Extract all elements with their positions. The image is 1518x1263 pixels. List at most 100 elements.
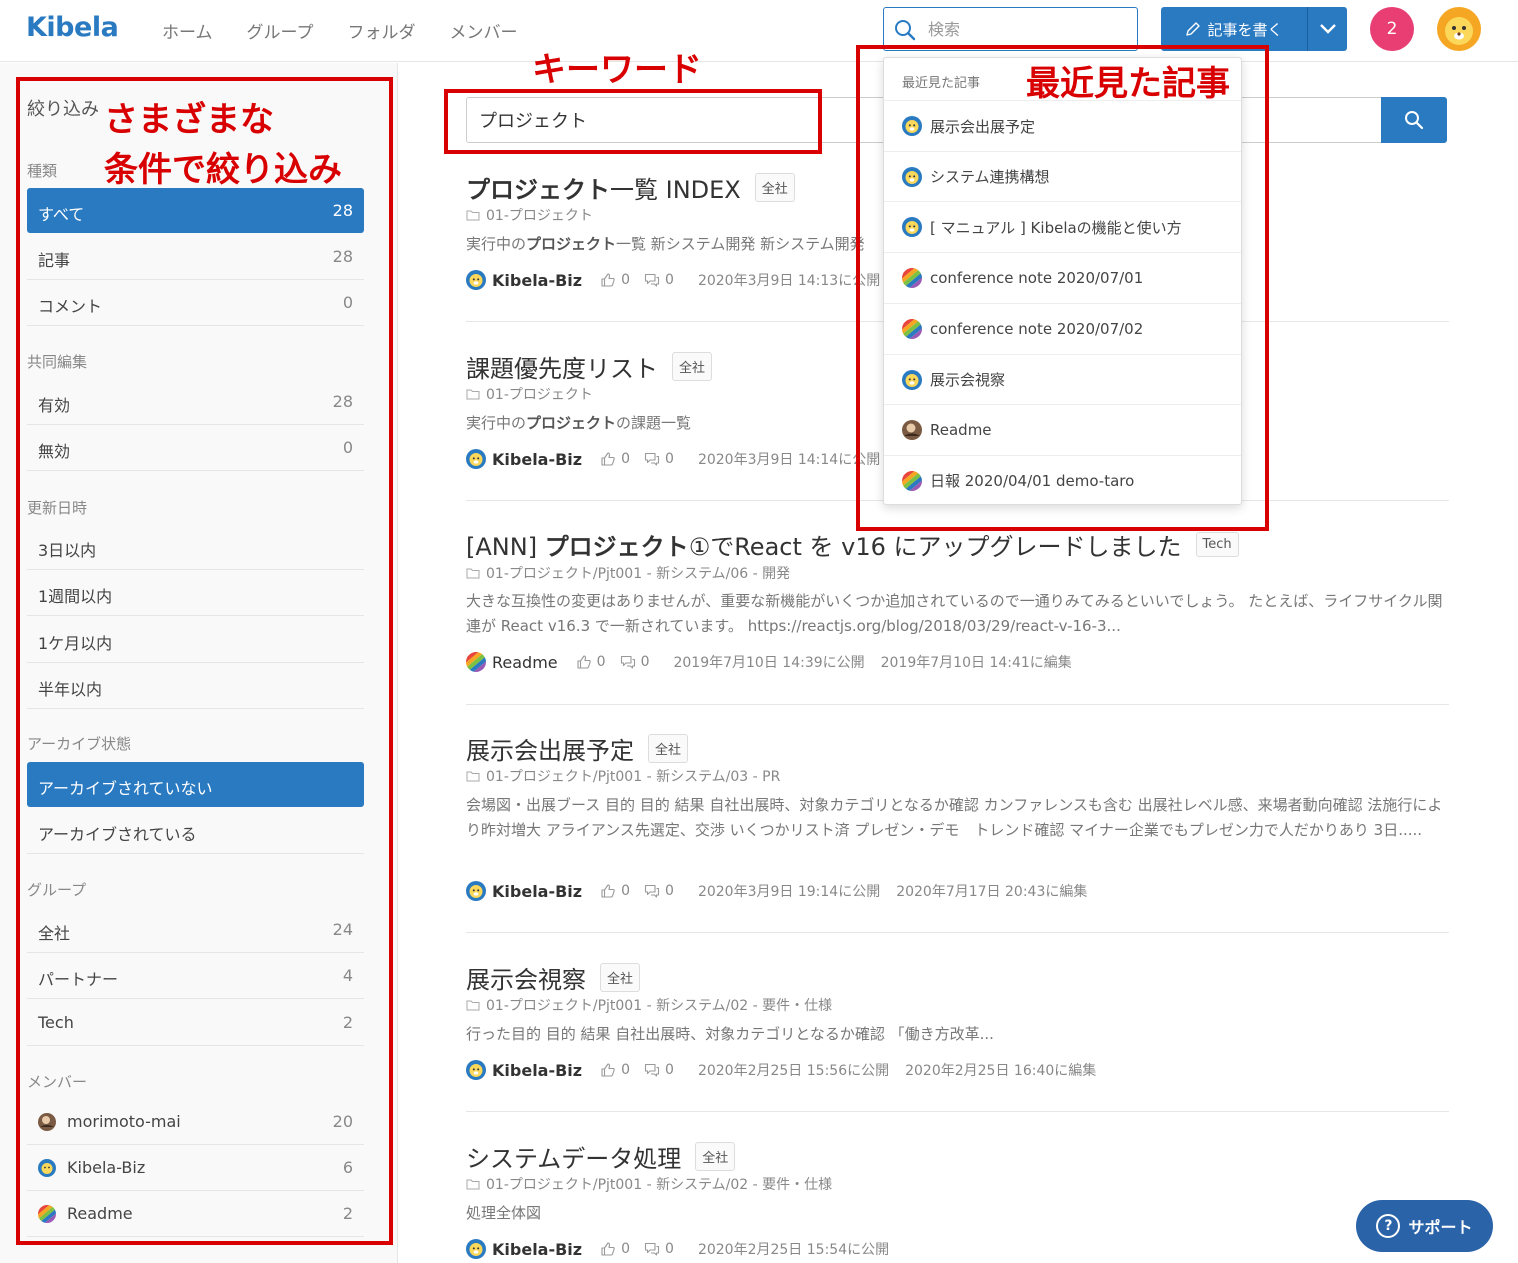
result-comments[interactable]: 0 <box>644 1241 674 1257</box>
nav-groups[interactable]: グループ <box>247 18 314 43</box>
result-comments[interactable]: 0 <box>644 272 674 288</box>
thumbs-up-icon <box>601 884 615 898</box>
result-title[interactable]: プロジェクト一覧 INDEX <box>466 170 741 205</box>
result-excerpt: 処理全体図 <box>466 1204 542 1222</box>
result-item: 展示会視察 全社 01-プロジェクト/Pjt001 - 新システム/02 - 要件・… <box>466 960 1449 1112</box>
result-likes[interactable]: 0 <box>576 654 606 670</box>
result-title-row: システムデータ処理 全社 <box>466 1139 736 1174</box>
result-folder-path[interactable]: 01-プロジェクト/Pjt001 - 新システム/03 - PR <box>466 766 780 786</box>
lion-avatar-icon <box>466 449 486 469</box>
result-published-date: 2020年3月9日 19:14に公開 <box>697 884 881 900</box>
result-author[interactable]: Kibela-Biz <box>466 449 582 469</box>
result-title[interactable]: [ANN] プロジェクト①でReact を v16 にアップグレードしました <box>466 527 1182 562</box>
result-group-badge[interactable]: 全社 <box>648 734 689 763</box>
result-group-badge[interactable]: 全社 <box>672 352 713 381</box>
result-title[interactable]: 課題優先度リスト <box>466 349 658 384</box>
header-search-input[interactable] <box>928 18 1128 40</box>
folder-icon <box>466 210 480 221</box>
search-icon <box>1405 111 1424 130</box>
result-likes[interactable]: 0 <box>600 883 630 899</box>
keyword-annotation-label: キーワード <box>532 50 702 90</box>
stripes-avatar-icon <box>466 652 486 672</box>
result-published-date: 2020年3月9日 14:13に公開 <box>697 273 881 289</box>
result-likes[interactable]: 0 <box>600 272 630 288</box>
result-group-badge[interactable]: Tech <box>1195 532 1239 557</box>
result-group-badge[interactable]: 全社 <box>695 1142 736 1171</box>
support-label: サポート <box>1408 1218 1473 1237</box>
result-excerpt: 会場図・出展ブース 目的 目的 結果 自社出展時、対象カテゴリとなるか確認 カン… <box>466 796 1443 839</box>
result-author[interactable]: Kibela-Biz <box>466 881 582 901</box>
folder-icon <box>466 771 480 782</box>
result-title[interactable]: 展示会視察 <box>466 960 586 995</box>
comment-icon <box>620 655 635 669</box>
result-author[interactable]: Kibela-Biz <box>466 1060 582 1080</box>
recent-annotation-box <box>856 45 1269 531</box>
kibela-logo[interactable]: Kibela <box>26 12 119 43</box>
nav-members[interactable]: メンバー <box>449 18 517 43</box>
comment-icon <box>644 452 660 466</box>
result-folder-path[interactable]: 01-プロジェクト <box>466 205 593 225</box>
result-title-row: [ANN] プロジェクト①でReact を v16 にアップグレードしました Te… <box>466 527 1239 562</box>
result-comments[interactable]: 0 <box>644 451 674 467</box>
user-avatar-icon[interactable] <box>1436 6 1482 52</box>
result-likes[interactable]: 0 <box>600 1062 630 1078</box>
result-published-date: 2020年3月9日 14:14に公開 <box>697 452 881 468</box>
result-excerpt: 行った目的 目的 結果 自社出展時、対象カテゴリとなるか確認 「働き方改革... <box>466 1025 994 1043</box>
result-group-badge[interactable]: 全社 <box>754 173 795 202</box>
result-author[interactable]: Readme <box>466 652 558 672</box>
nav-home[interactable]: ホーム <box>162 18 213 43</box>
write-article-label: 記事を書く <box>1207 20 1283 39</box>
write-options-button[interactable] <box>1307 7 1347 51</box>
comment-icon <box>644 1242 660 1256</box>
lion-avatar-icon <box>466 1239 486 1259</box>
top-header: Kibela ホーム グループ フォルダ メンバー 記事を書く 2 <box>0 0 1518 62</box>
comment-icon <box>644 273 660 287</box>
result-title-row: プロジェクト一覧 INDEX 全社 <box>466 170 795 205</box>
result-likes[interactable]: 0 <box>600 1241 630 1257</box>
result-title[interactable]: システムデータ処理 <box>466 1139 681 1174</box>
folder-icon <box>466 1179 480 1190</box>
result-edited-date: 2019年7月10日 14:41に編集 <box>880 655 1072 671</box>
result-comments[interactable]: 0 <box>620 654 649 670</box>
filter-annotation-line1: さまざまな <box>104 100 274 140</box>
result-title[interactable]: 展示会出展予定 <box>466 731 634 766</box>
main-nav: ホーム グループ フォルダ メンバー <box>162 18 517 43</box>
lion-avatar-icon <box>466 270 486 290</box>
folder-icon <box>466 568 480 579</box>
thumbs-up-icon <box>601 273 615 287</box>
result-meta: Kibela-Biz 0 0 2020年3月9日 19:14に公開 2020年7月17日… <box>466 881 1093 901</box>
result-item: 展示会出展予定 全社 01-プロジェクト/Pjt001 - 新システム/03 - P… <box>466 731 1449 933</box>
result-likes[interactable]: 0 <box>600 451 630 467</box>
nav-folders[interactable]: フォルダ <box>347 18 415 43</box>
keyword-search-button[interactable] <box>1381 97 1447 143</box>
folder-icon <box>466 1000 480 1011</box>
result-comments[interactable]: 0 <box>644 1062 674 1078</box>
result-published-date: 2019年7月10日 14:39に公開 <box>673 655 865 671</box>
result-title-row: 展示会出展予定 全社 <box>466 731 689 766</box>
result-published-date: 2020年2月25日 15:56に公開 <box>697 1063 890 1079</box>
support-button[interactable]: ? サポート <box>1356 1200 1493 1252</box>
result-folder-path[interactable]: 01-プロジェクト/Pjt001 - 新システム/06 - 開発 <box>466 563 790 583</box>
result-folder-path[interactable]: 01-プロジェクト/Pjt001 - 新システム/02 - 要件・仕様 <box>466 995 832 1015</box>
thumbs-up-icon <box>601 1063 615 1077</box>
result-group-badge[interactable]: 全社 <box>600 963 641 992</box>
pencil-icon <box>1186 22 1201 36</box>
keyword-annotation-box <box>444 89 822 154</box>
question-icon: ? <box>1376 1214 1401 1238</box>
result-meta: Kibela-Biz 0 0 2020年2月25日 15:54に公開 <box>466 1239 895 1259</box>
recent-annotation-label: 最近見た記事 <box>1026 64 1230 104</box>
result-comments[interactable]: 0 <box>644 883 674 899</box>
result-title-row: 課題優先度リスト 全社 <box>466 349 713 384</box>
filter-annotation-box <box>16 77 393 1245</box>
result-item: システムデータ処理 全社 01-プロジェクト/Pjt001 - 新システム/02 -… <box>466 1139 1449 1263</box>
thumbs-up-icon <box>577 655 591 669</box>
lion-avatar-icon <box>466 881 486 901</box>
result-author[interactable]: Kibela-Biz <box>466 1239 582 1259</box>
result-meta: Kibela-Biz 0 0 2020年3月9日 14:14に公開 <box>466 449 886 469</box>
lion-avatar-icon <box>466 1060 486 1080</box>
result-folder-path[interactable]: 01-プロジェクト <box>466 384 593 404</box>
notification-badge[interactable]: 2 <box>1370 7 1414 51</box>
result-folder-path[interactable]: 01-プロジェクト/Pjt001 - 新システム/02 - 要件・仕様 <box>466 1174 832 1194</box>
result-author[interactable]: Kibela-Biz <box>466 270 582 290</box>
result-edited-date: 2020年2月25日 16:40に編集 <box>905 1063 1097 1079</box>
